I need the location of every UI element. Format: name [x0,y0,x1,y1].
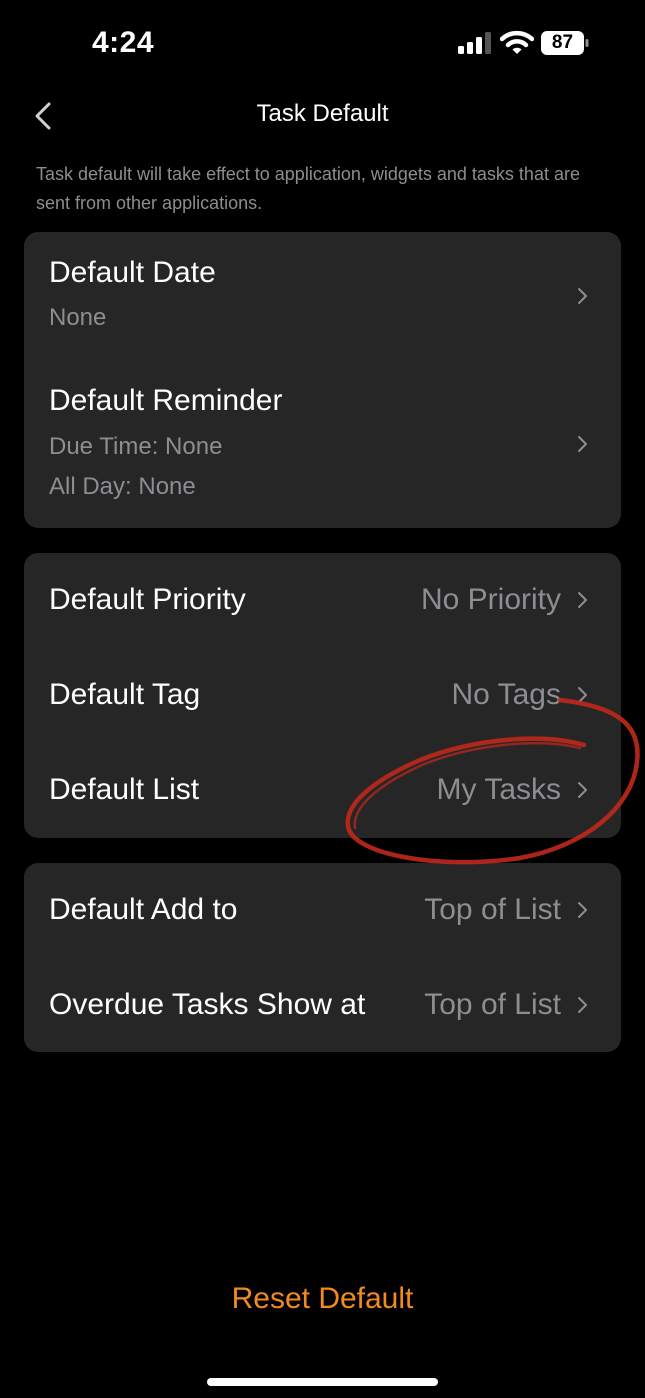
chevron-right-icon [578,997,587,1013]
priority-tag-list-card: Default Priority No Priority Default Tag… [24,553,621,838]
navigation-bar: Task Default [0,88,645,144]
description-text: Task default will take effect to applica… [36,164,580,213]
default-list-value: My Tasks [436,773,561,806]
default-priority-row[interactable]: Default Priority No Priority [24,553,621,648]
wifi-icon [500,30,534,54]
chevron-right-icon [578,592,587,608]
chevron-right-icon [578,687,587,703]
chevron-right-icon [578,902,587,918]
default-reminder-row[interactable]: Default Reminder Due Time: None All Day:… [24,360,621,528]
default-tag-label: Default Tag [49,678,201,711]
overdue-tasks-label: Overdue Tasks Show at [49,988,366,1021]
overdue-tasks-value: Top of List [424,988,561,1021]
default-list-row[interactable]: Default List My Tasks [24,743,621,838]
chevron-right-icon [578,436,587,452]
add-overdue-card: Default Add to Top of List Overdue Tasks… [24,863,621,1052]
default-reminder-label: Default Reminder [49,384,283,417]
chevron-right-icon [578,288,587,304]
due-time-value: Due Time: None [49,433,223,460]
reset-default-button[interactable]: Reset Default [0,1282,645,1316]
home-indicator[interactable] [207,1378,438,1386]
default-date-row[interactable]: Default Date None [24,232,621,360]
overdue-tasks-row[interactable]: Overdue Tasks Show at Top of List [24,958,621,1052]
signal-icon [458,32,491,54]
default-tag-row[interactable]: Default Tag No Tags [24,648,621,743]
default-add-to-row[interactable]: Default Add to Top of List [24,863,621,958]
all-day-value: All Day: None [49,473,196,500]
default-priority-label: Default Priority [49,583,246,616]
date-reminder-card: Default Date None Default Reminder Due T… [24,232,621,528]
chevron-right-icon [578,782,587,798]
default-date-value: None [49,304,107,331]
default-add-to-value: Top of List [424,893,561,926]
battery-icon: 87 [541,31,589,55]
default-add-to-label: Default Add to [49,893,238,926]
default-list-label: Default List [49,773,200,806]
default-priority-value: No Priority [420,583,561,616]
default-tag-value: No Tags [451,678,561,711]
battery-level: 87 [551,32,574,53]
status-bar: 4:24 87 [0,0,645,88]
page-title: Task Default [256,100,389,127]
default-date-label: Default Date [49,256,216,289]
status-time: 4:24 [92,26,155,59]
